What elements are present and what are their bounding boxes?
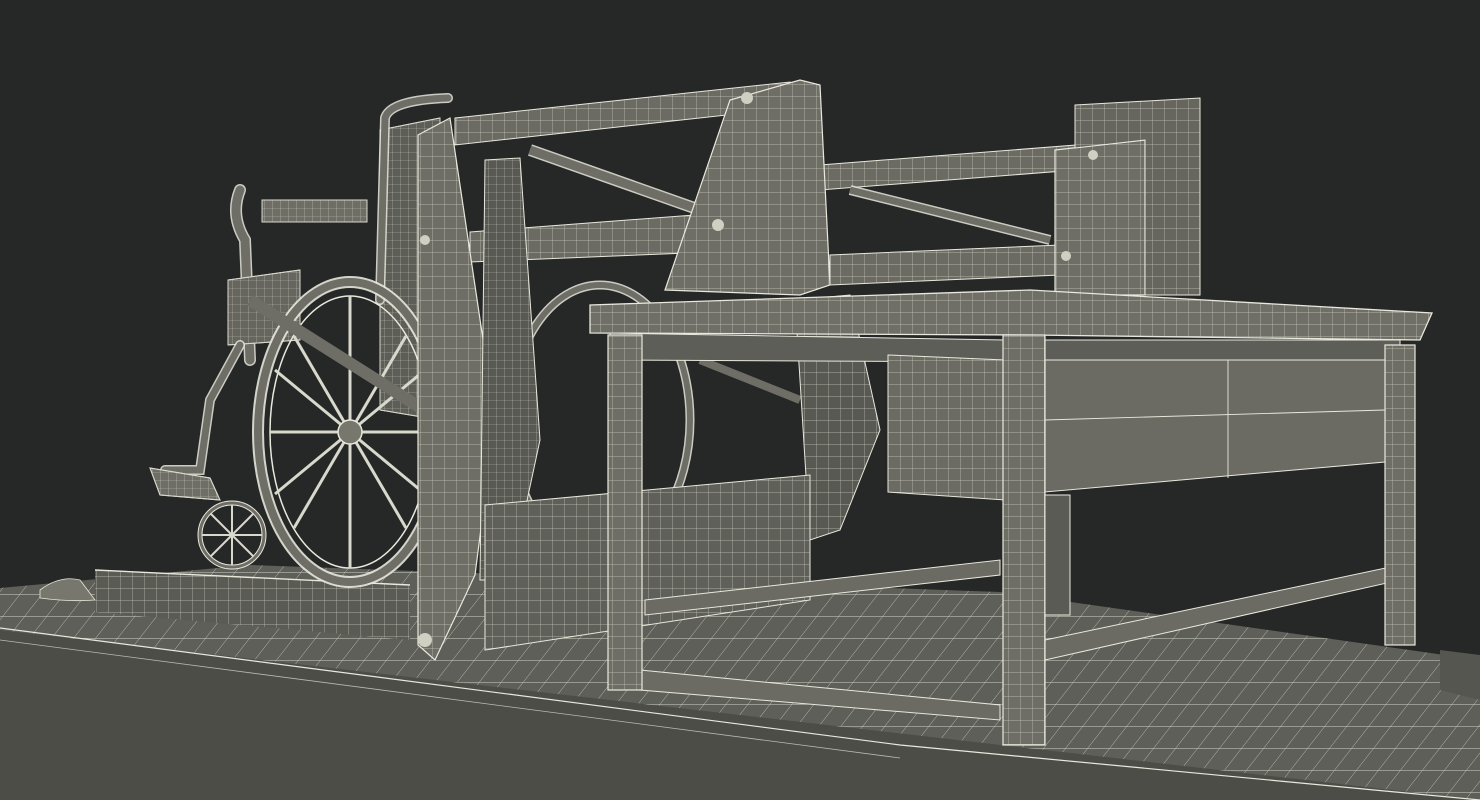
wireframe-scene — [0, 79, 1480, 800]
render-viewport — [0, 0, 1480, 800]
